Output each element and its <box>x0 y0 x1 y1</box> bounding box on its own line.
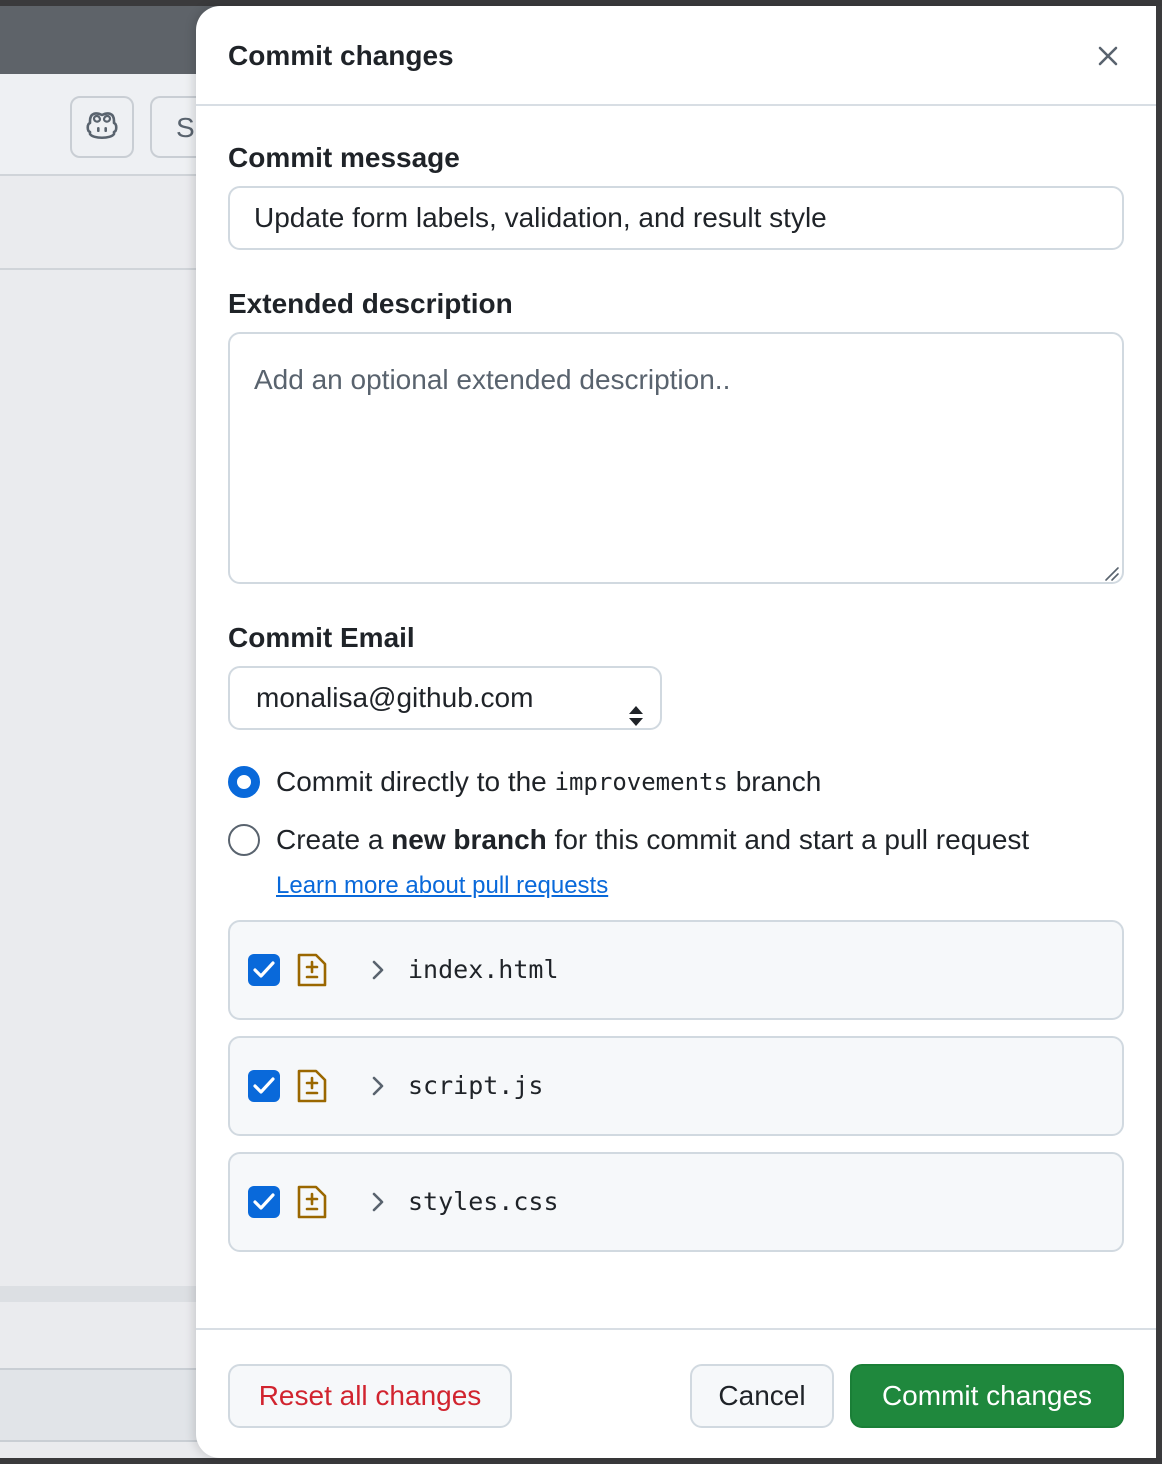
new-branch-option[interactable]: Create a new branch for this commit and … <box>228 822 1029 858</box>
chevron-right-icon[interactable] <box>368 1190 388 1214</box>
window-edge <box>1156 6 1162 1458</box>
chevron-right-icon[interactable] <box>368 1074 388 1098</box>
extended-description-textarea[interactable] <box>228 332 1124 584</box>
resize-handle-icon[interactable] <box>1102 564 1120 582</box>
commit-email-label: Commit Email <box>228 622 415 653</box>
dialog-title: Commit changes <box>228 40 454 71</box>
commit-message-input[interactable] <box>228 186 1124 250</box>
copilot-icon <box>84 109 120 146</box>
chevron-right-icon[interactable] <box>368 958 388 982</box>
file-checkbox[interactable] <box>248 1186 280 1218</box>
commit-message-label: Commit message <box>228 142 460 173</box>
close-button[interactable] <box>1084 34 1132 82</box>
commit-directly-prefix: Commit directly to the <box>276 766 555 797</box>
commit-email-select[interactable]: monalisa@github.com <box>228 666 662 730</box>
cancel-button[interactable]: Cancel <box>690 1364 834 1428</box>
commit-directly-option[interactable]: Commit directly to the improvements bran… <box>228 764 821 800</box>
file-checkbox[interactable] <box>248 1070 280 1102</box>
file-checkbox[interactable] <box>248 954 280 986</box>
branch-name: improvements <box>554 768 728 796</box>
file-name: styles.css <box>408 1187 559 1216</box>
file-row: index.html <box>228 920 1124 1020</box>
close-icon <box>1097 45 1119 72</box>
commit-changes-button[interactable]: Commit changes <box>850 1364 1124 1428</box>
file-diff-icon <box>296 1184 328 1220</box>
file-diff-icon <box>296 1068 328 1104</box>
commit-directly-suffix: branch <box>727 766 822 797</box>
new-branch-bold: new branch <box>391 824 547 855</box>
commit-directly-radio[interactable] <box>228 766 260 798</box>
file-row: script.js <box>228 1036 1124 1136</box>
file-name: script.js <box>408 1071 544 1100</box>
dialog-footer: Reset all changes Cancel Commit changes <box>196 1328 1156 1458</box>
reset-all-changes-button[interactable]: Reset all changes <box>228 1364 512 1428</box>
file-name: index.html <box>408 955 559 984</box>
new-branch-radio[interactable] <box>228 824 260 856</box>
file-row: styles.css <box>228 1152 1124 1252</box>
select-arrows-icon <box>628 688 644 726</box>
dialog-header: Commit changes <box>196 6 1156 106</box>
extended-description-label: Extended description <box>228 288 513 319</box>
commit-email-value: monalisa@github.com <box>256 682 534 713</box>
copilot-button[interactable] <box>70 96 134 158</box>
commit-changes-dialog: Commit changes Commit message Extended d… <box>196 6 1162 1458</box>
new-branch-suffix: for this commit and start a pull request <box>546 824 1030 855</box>
new-branch-prefix: Create a <box>276 824 392 855</box>
learn-more-pull-requests-link[interactable]: Learn more about pull requests <box>276 870 608 902</box>
file-diff-icon <box>296 952 328 988</box>
